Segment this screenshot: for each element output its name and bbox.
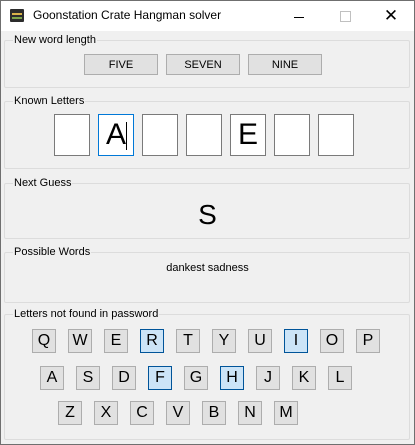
known-letter-field-2[interactable]: A bbox=[98, 114, 134, 156]
letter-key-p[interactable]: P bbox=[356, 329, 380, 353]
letter-key-q[interactable]: Q bbox=[32, 329, 56, 353]
known-letter-field-4[interactable] bbox=[186, 114, 222, 156]
known-letter-value: A bbox=[105, 118, 126, 151]
length-five-button[interactable]: FIVE bbox=[84, 54, 158, 75]
letter-key-i[interactable]: I bbox=[284, 329, 308, 353]
next-guess-value: S bbox=[198, 199, 217, 230]
letter-key-v[interactable]: V bbox=[166, 401, 190, 425]
letter-key-c[interactable]: C bbox=[130, 401, 154, 425]
minimize-icon bbox=[294, 16, 304, 18]
letter-key-n[interactable]: N bbox=[238, 401, 262, 425]
letters-not-found-label: Letters not found in password bbox=[13, 308, 160, 320]
letter-key-e[interactable]: E bbox=[104, 329, 128, 353]
letter-key-k[interactable]: K bbox=[292, 366, 316, 390]
letter-key-r[interactable]: R bbox=[140, 329, 164, 353]
known-letter-field-5[interactable]: E bbox=[230, 114, 266, 156]
letter-key-d[interactable]: D bbox=[112, 366, 136, 390]
possible-words-label: Possible Words bbox=[13, 246, 92, 258]
letter-key-t[interactable]: T bbox=[176, 329, 200, 353]
letter-key-y[interactable]: Y bbox=[212, 329, 236, 353]
length-seven-button[interactable]: SEVEN bbox=[166, 54, 240, 75]
known-letter-field-3[interactable] bbox=[142, 114, 178, 156]
close-icon: ✕ bbox=[383, 6, 399, 26]
word-length-label: New word length bbox=[13, 34, 97, 46]
next-guess-label: Next Guess bbox=[13, 177, 73, 189]
window-title: Goonstation Crate Hangman solver bbox=[33, 8, 222, 22]
letter-key-g[interactable]: G bbox=[184, 366, 208, 390]
letter-key-x[interactable]: X bbox=[94, 401, 118, 425]
letter-key-z[interactable]: Z bbox=[58, 401, 82, 425]
text-caret bbox=[126, 122, 127, 150]
length-nine-button[interactable]: NINE bbox=[248, 54, 322, 75]
letter-key-b[interactable]: B bbox=[202, 401, 226, 425]
known-letter-field-6[interactable] bbox=[274, 114, 310, 156]
letter-key-m[interactable]: M bbox=[274, 401, 298, 425]
letter-key-l[interactable]: L bbox=[328, 366, 352, 390]
letter-key-o[interactable]: O bbox=[320, 329, 344, 353]
letter-key-u[interactable]: U bbox=[248, 329, 272, 353]
letter-key-h[interactable]: H bbox=[220, 366, 244, 390]
letter-key-w[interactable]: W bbox=[68, 329, 92, 353]
crate-app-icon bbox=[10, 9, 24, 22]
maximize-icon bbox=[339, 10, 351, 22]
known-letter-field-1[interactable] bbox=[54, 114, 90, 156]
maximize-button bbox=[322, 1, 368, 31]
known-letter-field-7[interactable] bbox=[318, 114, 354, 156]
letter-key-a[interactable]: A bbox=[40, 366, 64, 390]
letter-key-j[interactable]: J bbox=[256, 366, 280, 390]
possible-words-group: Possible Words bbox=[4, 246, 410, 303]
close-button[interactable]: ✕ bbox=[368, 1, 414, 31]
letter-key-s[interactable]: S bbox=[76, 366, 100, 390]
known-letters-label: Known Letters bbox=[13, 95, 86, 107]
title-bar[interactable]: Goonstation Crate Hangman solver ✕ bbox=[1, 1, 414, 31]
minimize-button[interactable] bbox=[276, 1, 322, 31]
letter-key-f[interactable]: F bbox=[148, 366, 172, 390]
possible-words-value: dankest sadness bbox=[166, 262, 249, 274]
